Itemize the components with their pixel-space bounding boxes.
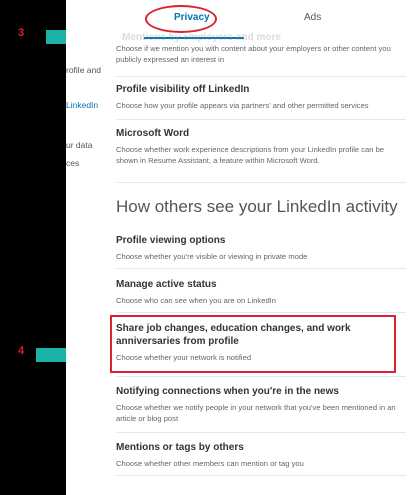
sidebar-item-profile[interactable]: rofile and	[66, 65, 101, 75]
setting-profile-viewing-options[interactable]: Profile viewing options Choose whether y…	[116, 234, 406, 262]
setting-title: Mentions or tags by others	[116, 442, 244, 453]
setting-title: Microsoft Word	[116, 128, 190, 139]
divider	[116, 119, 406, 120]
setting-profile-visibility-off-linkedin[interactable]: Profile visibility off LinkedIn Choose h…	[116, 83, 406, 111]
setting-news-notifications[interactable]: Notifying connections when you're in the…	[116, 385, 406, 424]
setting-description: Choose whether we notify people in your …	[116, 403, 396, 423]
setting-employer-mentions[interactable]: Choose if we mention you with content ab…	[116, 43, 406, 65]
setting-description: Choose if we mention you with content ab…	[116, 44, 391, 64]
setting-manage-active-status[interactable]: Manage active status Choose who can see …	[116, 278, 406, 306]
divider	[116, 312, 406, 313]
setting-description: Choose who can see when you are on Linke…	[116, 296, 276, 305]
setting-title: Profile viewing options	[116, 235, 226, 246]
divider	[116, 475, 406, 476]
privacy-tab-highlight	[145, 5, 217, 33]
step-3-label: 3	[18, 27, 25, 39]
setting-title: Notifying connections when you're in the…	[116, 386, 339, 397]
divider	[116, 182, 406, 183]
step-4-label: 4	[18, 345, 25, 357]
divider	[116, 376, 406, 377]
section-heading: How others see your LinkedIn activity	[116, 197, 398, 216]
setting-title: Manage active status	[116, 279, 217, 290]
setting-title: Profile visibility off LinkedIn	[116, 84, 250, 95]
settings-main: Privacy Ads Mentions by employers and mo…	[110, 0, 406, 495]
tab-ads[interactable]: Ads	[304, 12, 321, 23]
sidebar-item-linkedin[interactable]: LinkedIn	[66, 100, 98, 110]
partial-setting-title: Mentions by employers and more	[122, 32, 281, 43]
settings-page: rofile and LinkedIn ur data ces Privacy …	[66, 0, 411, 495]
divider	[116, 76, 406, 77]
sidebar-item-data[interactable]: ur data	[66, 140, 92, 150]
setting-description: Choose how your profile appears via part…	[116, 101, 369, 110]
setting-description: Choose whether you're visible or viewing…	[116, 252, 308, 261]
setting-mentions-or-tags[interactable]: Mentions or tags by others Choose whethe…	[116, 441, 406, 469]
sidebar-item-preferences[interactable]: ces	[66, 158, 79, 168]
settings-sidebar: rofile and LinkedIn ur data ces	[66, 0, 114, 495]
setting-microsoft-word[interactable]: Microsoft Word Choose whether work exper…	[116, 127, 406, 166]
setting-description: Choose whether other members can mention…	[116, 459, 304, 468]
share-setting-highlight	[110, 315, 396, 373]
setting-description: Choose whether work experience descripti…	[116, 145, 385, 165]
divider	[116, 432, 406, 433]
divider	[116, 268, 406, 269]
